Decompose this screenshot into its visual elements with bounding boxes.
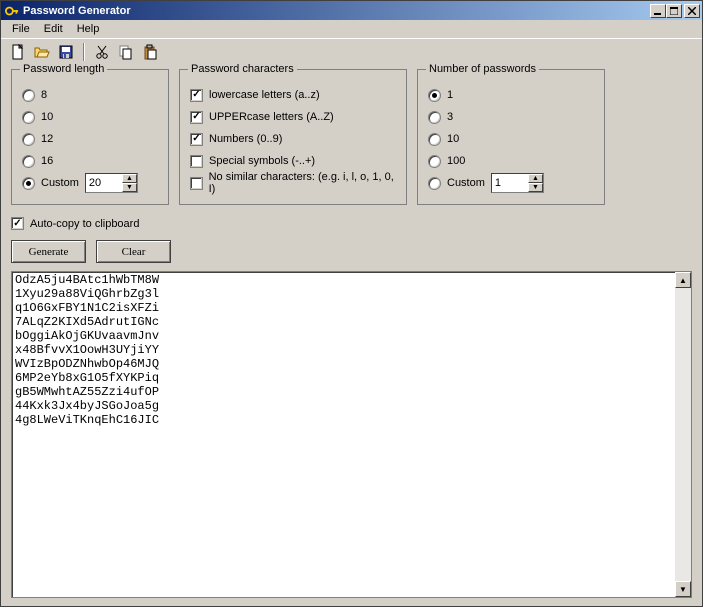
radio-length-custom[interactable] [22,177,35,190]
length-16-label: 16 [41,155,53,167]
length-10-label: 10 [41,111,53,123]
check-numbers[interactable] [190,133,203,146]
check-symbols[interactable] [190,155,203,168]
autocopy-label: Auto-copy to clipboard [30,218,139,230]
lowercase-label: lowercase letters (a..z) [209,89,320,101]
output-container: OdzA5ju4BAtc1hWbTM8W 1Xyu29a88ViQGhrbZg3… [11,271,692,598]
app-icon [4,3,20,19]
radio-length-10[interactable] [22,111,35,124]
scroll-track[interactable] [675,288,691,581]
count-3-label: 3 [447,111,453,123]
nosimilar-label: No similar characters: (e.g. i, l, o, 1,… [209,171,396,195]
titlebar: Password Generator [1,1,702,20]
group-password-length: Password length 8 10 12 16 Custom ▲ ▼ [11,69,169,205]
count-spin-up[interactable]: ▲ [528,174,543,183]
length-12-label: 12 [41,133,53,145]
radio-length-8[interactable] [22,89,35,102]
radio-count-1[interactable] [428,89,441,102]
symbols-label: Special symbols (-..+) [209,155,315,167]
radio-count-custom[interactable] [428,177,441,190]
count-custom-spinner: ▲ ▼ [491,173,544,193]
save-file-icon[interactable] [55,41,77,63]
window-buttons [650,4,700,18]
autocopy-row: Auto-copy to clipboard [11,217,692,230]
radio-count-3[interactable] [428,111,441,124]
client-area: Password length 8 10 12 16 Custom ▲ ▼ [1,65,702,606]
group-number-of-passwords: Number of passwords 1 3 10 100 Custom ▲ … [417,69,605,205]
menu-file[interactable]: File [5,21,37,37]
maximize-button[interactable] [666,4,682,18]
minimize-button[interactable] [650,4,666,18]
check-autocopy[interactable] [11,217,24,230]
count-custom-input[interactable] [492,174,528,192]
count-10-label: 10 [447,133,459,145]
open-file-icon[interactable] [31,41,53,63]
copy-icon[interactable] [115,41,137,63]
length-spin-up[interactable]: ▲ [122,174,137,183]
menubar: File Edit Help [1,20,702,39]
scroll-down-button[interactable]: ▼ [675,581,691,597]
group-legend-length: Password length [20,63,107,75]
length-custom-label: Custom [41,177,79,189]
scroll-up-button[interactable]: ▲ [675,272,691,288]
check-nosimilar[interactable] [190,177,203,190]
button-row: Generate Clear [11,240,692,263]
cut-icon[interactable] [91,41,113,63]
count-100-label: 100 [447,155,465,167]
count-spin-down[interactable]: ▼ [528,183,543,192]
menu-help[interactable]: Help [70,21,107,37]
count-custom-label: Custom [447,177,485,189]
menu-edit[interactable]: Edit [37,21,70,37]
window-title: Password Generator [23,5,650,17]
paste-icon[interactable] [139,41,161,63]
option-groups: Password length 8 10 12 16 Custom ▲ ▼ [11,69,692,205]
uppercase-label: UPPERcase letters (A..Z) [209,111,334,123]
radio-length-16[interactable] [22,155,35,168]
group-legend-count: Number of passwords [426,63,539,75]
app-window: Password Generator File Edit Help [0,0,703,607]
output-textarea[interactable]: OdzA5ju4BAtc1hWbTM8W 1Xyu29a88ViQGhrbZg3… [12,272,675,597]
clear-button[interactable]: Clear [96,240,171,263]
group-legend-chars: Password characters [188,63,297,75]
radio-length-12[interactable] [22,133,35,146]
new-file-icon[interactable] [7,41,29,63]
length-spin-down[interactable]: ▼ [122,183,137,192]
vertical-scrollbar: ▲ ▼ [675,272,691,597]
length-custom-spinner: ▲ ▼ [85,173,138,193]
check-lowercase[interactable] [190,89,203,102]
radio-count-10[interactable] [428,133,441,146]
toolbar [1,39,702,65]
check-uppercase[interactable] [190,111,203,124]
generate-button[interactable]: Generate [11,240,86,263]
close-button[interactable] [684,4,700,18]
numbers-label: Numbers (0..9) [209,133,282,145]
length-custom-input[interactable] [86,174,122,192]
radio-count-100[interactable] [428,155,441,168]
count-1-label: 1 [447,89,453,101]
toolbar-separator [83,43,85,61]
group-password-characters: Password characters lowercase letters (a… [179,69,407,205]
length-8-label: 8 [41,89,47,101]
